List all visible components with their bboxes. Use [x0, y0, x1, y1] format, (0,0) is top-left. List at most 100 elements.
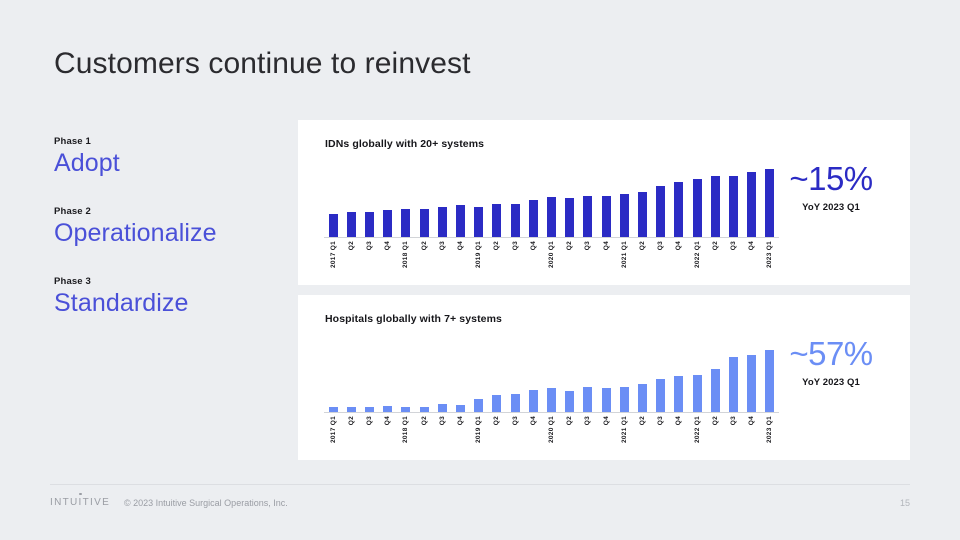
bar-slot — [706, 333, 724, 413]
bar — [419, 209, 429, 238]
x-tick-label: Q4 — [748, 241, 756, 251]
x-tick-label: Q4 — [457, 416, 465, 426]
x-tick-label: 2019 Q1 — [475, 416, 483, 444]
bar — [401, 209, 411, 238]
tick-slot: Q4 — [743, 413, 761, 445]
x-tick-label: Q3 — [584, 241, 592, 251]
tick-slot: 2017 Q1 — [324, 238, 342, 270]
tick-slot: 2019 Q1 — [470, 238, 488, 270]
tick-slot: Q3 — [652, 238, 670, 270]
tick-slot: 2020 Q1 — [542, 413, 560, 445]
bar — [729, 357, 739, 413]
bar-slot — [488, 158, 506, 238]
bar-slot — [688, 333, 706, 413]
bar — [565, 390, 575, 413]
bar-slot — [542, 158, 560, 238]
bar-slot — [670, 158, 688, 238]
x-tick-label: 2020 Q1 — [548, 241, 556, 269]
bar-slot — [724, 333, 742, 413]
x-tick-label: Q2 — [566, 416, 574, 426]
bar — [638, 384, 648, 413]
x-tick-label: Q2 — [639, 416, 647, 426]
bar — [565, 198, 575, 238]
bar-slot — [579, 333, 597, 413]
bar-slot — [706, 158, 724, 238]
bar-chart-idn: 2017 Q1 Q2 Q3 Q4 2018 Q1 Q2 Q3 Q4 2019 Q1 Q2 Q3 Q4 2… — [324, 158, 779, 270]
logo-text-suffix: TIVE — [82, 497, 111, 508]
bar-slot — [379, 158, 397, 238]
tick-slot: 2021 Q1 — [615, 238, 633, 270]
bar — [437, 206, 447, 238]
bar-slot — [652, 158, 670, 238]
bar-slot — [397, 333, 415, 413]
x-tick-label: Q4 — [748, 416, 756, 426]
callout-label-idn: YoY 2023 Q1 — [802, 202, 860, 213]
bar-slot — [397, 158, 415, 238]
bar-slot — [342, 158, 360, 238]
callout-value-idn: ~15% — [789, 160, 873, 197]
x-tick-label: Q4 — [529, 241, 537, 251]
bar-slot — [615, 158, 633, 238]
tick-slot: Q2 — [415, 238, 433, 270]
x-tick-label: Q2 — [347, 416, 355, 426]
bar-slot — [724, 158, 742, 238]
bar-slot — [324, 333, 342, 413]
tick-slot: Q2 — [342, 238, 360, 270]
tick-slot: Q4 — [379, 413, 397, 445]
bar — [346, 212, 356, 238]
logo-dotted-i: I — [78, 497, 83, 508]
bar — [710, 176, 720, 238]
phase-2-kicker: Phase 2 — [54, 205, 91, 217]
chart-heading-hospital: Hospitals globally with 7+ systems — [325, 313, 502, 325]
tick-slot: Q4 — [451, 413, 469, 445]
x-tick-label: Q4 — [457, 241, 465, 251]
x-tick-label: Q3 — [657, 416, 665, 426]
x-tick-label: Q3 — [366, 241, 373, 251]
x-tick-label: Q2 — [566, 241, 574, 251]
phase-1-kicker: Phase 1 — [54, 136, 91, 147]
tick-slot: Q4 — [743, 238, 761, 270]
phase-3-kicker: Phase 3 — [54, 275, 91, 287]
tick-slot: Q3 — [360, 413, 378, 445]
tick-slot: Q4 — [379, 238, 397, 270]
tick-slot: Q2 — [342, 413, 360, 445]
bar — [638, 191, 648, 238]
x-tick-label: Q2 — [347, 241, 355, 251]
bar-slot — [451, 333, 469, 413]
tick-slot: Q3 — [724, 413, 742, 445]
bar-slot — [415, 333, 433, 413]
tick-slot: Q2 — [706, 238, 724, 270]
tick-slot: Q2 — [633, 413, 651, 445]
x-tick-label: 2017 Q1 — [329, 241, 337, 269]
tick-slot: Q4 — [670, 238, 688, 270]
bar-slot — [688, 158, 706, 238]
tick-slot: Q4 — [597, 413, 615, 445]
x-tick-label: 2021 Q1 — [620, 241, 628, 269]
tick-slot: 2022 Q1 — [688, 238, 706, 270]
bar-slot — [652, 333, 670, 413]
tick-slot: 2021 Q1 — [615, 413, 633, 445]
phase-list: Phase 1 Adopt Phase 2 Operationalize Pha… — [54, 136, 294, 317]
tick-slot: 2022 Q1 — [688, 413, 706, 445]
callout-label-hospital: YoY 2023 Q1 — [802, 377, 860, 388]
bar — [619, 194, 629, 238]
x-tick-label: Q2 — [711, 416, 719, 426]
bar-slot — [433, 158, 451, 238]
bar-slot — [743, 158, 761, 238]
tick-slot: Q4 — [670, 413, 688, 445]
x-tick-label: Q3 — [657, 241, 665, 251]
x-tick-label: Q4 — [384, 416, 392, 426]
bar — [510, 203, 520, 238]
tick-slot: Q2 — [415, 413, 433, 445]
x-tick-label: 2023 Q1 — [766, 241, 774, 269]
tick-slot: 2020 Q1 — [542, 238, 560, 270]
bar-slot — [615, 333, 633, 413]
x-tick-label: Q4 — [529, 416, 537, 426]
phase-item-1: Phase 1 Adopt — [54, 136, 294, 178]
tick-slot: 2023 Q1 — [761, 413, 779, 445]
bar — [601, 196, 611, 238]
x-axis-tick-labels: 2017 Q1 Q2 Q3 Q4 2018 Q1 Q2 Q3 Q4 2019 Q1 Q2 Q3 Q4 2… — [324, 238, 779, 270]
bar-slot — [597, 333, 615, 413]
bar-slot — [360, 333, 378, 413]
tick-slot: Q3 — [579, 238, 597, 270]
